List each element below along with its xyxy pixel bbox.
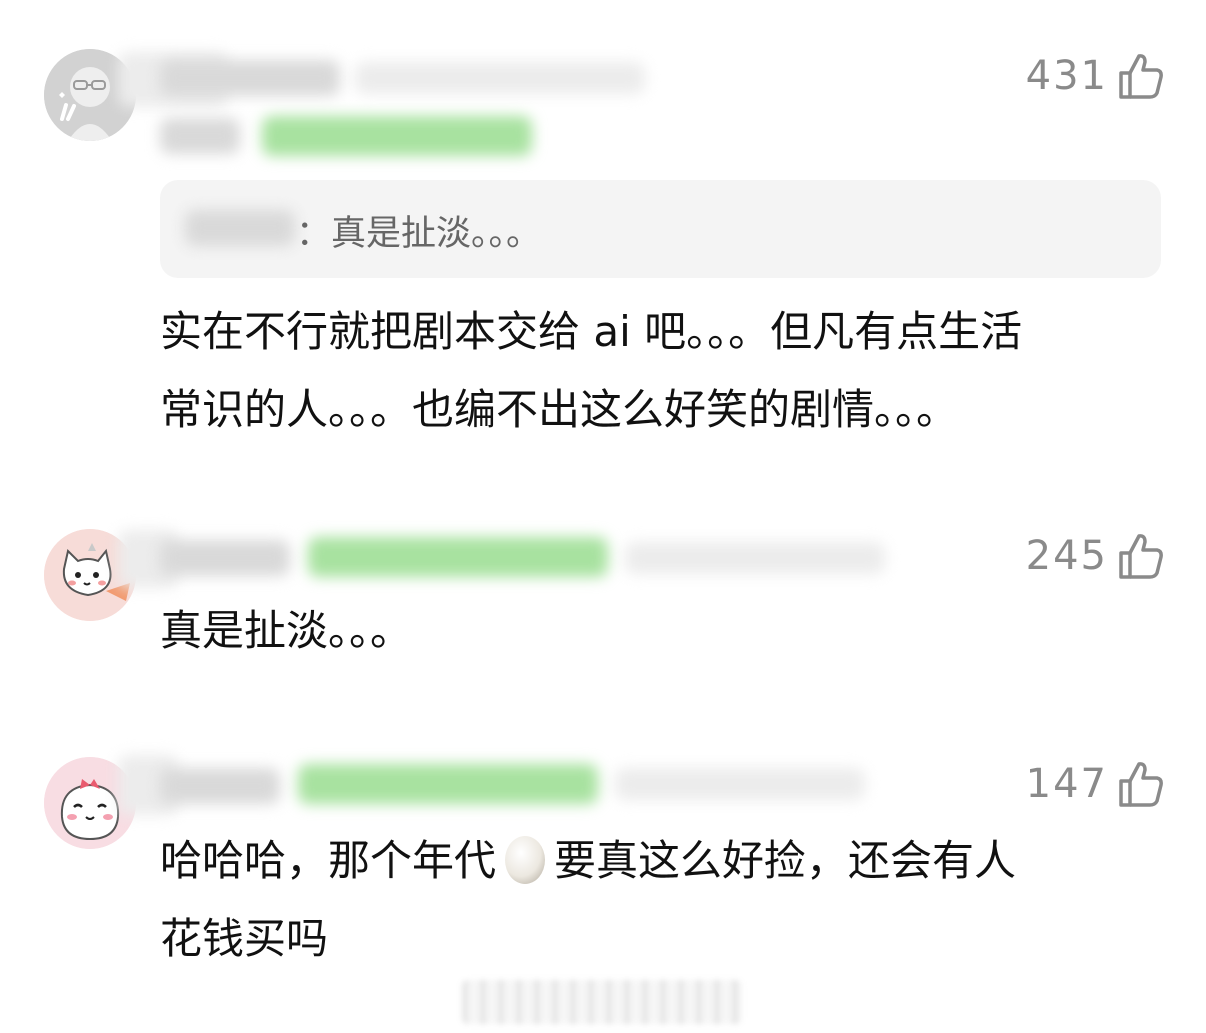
quoted-username-blur [185, 210, 295, 246]
watermark-blur [462, 980, 742, 1024]
tag-blur [160, 118, 240, 154]
quote-separator: ： [296, 214, 332, 254]
comment-line: 实在不行就把剧本交给 ai 吧。。。但凡有点生活 [160, 307, 1023, 356]
comment-line: 真是扯淡。。。 [160, 606, 413, 655]
comment-text: 哈哈哈，那个年代 要真这么好捡，还会有人 花钱买吗 [160, 822, 1016, 978]
username-blur [160, 60, 340, 96]
thumbs-up-icon [1118, 532, 1164, 580]
comment-thread: 431 ：真是扯淡。。。 实在不行就把剧本交给 ai 吧。。。但凡有点生活 常识… [0, 0, 1206, 1033]
like-count: 147 [1025, 761, 1108, 807]
like-button[interactable]: 431 [1026, 52, 1164, 100]
badge-blur [298, 764, 598, 804]
comment-text-part: 要真这么好捡，还会有人 [554, 836, 1017, 885]
like-count: 431 [1025, 53, 1108, 99]
thumbs-up-icon [1118, 760, 1164, 808]
like-count: 245 [1025, 533, 1108, 579]
meta-blur [615, 768, 865, 800]
username-blur [160, 540, 290, 576]
comment-line: 花钱买吗 [160, 914, 329, 963]
meta-blur [355, 62, 645, 94]
comment-text-part: 哈哈哈，那个年代 [160, 836, 497, 885]
quoted-reply-text: ：真是扯淡。。。 [296, 205, 541, 256]
comment-line: 哈哈哈，那个年代 要真这么好捡，还会有人 [160, 822, 1016, 900]
comment-text: 实在不行就把剧本交给 ai 吧。。。但凡有点生活 常识的人。。。也编不出这么好笑… [160, 293, 1022, 449]
comment-line: 常识的人。。。也编不出这么好笑的剧情。。。 [160, 385, 959, 434]
egg-icon [502, 831, 548, 885]
like-button[interactable]: 245 [1026, 532, 1164, 580]
like-button[interactable]: 147 [1026, 760, 1164, 808]
comment-text: 真是扯淡。。。 [160, 592, 412, 670]
quoted-text: 真是扯淡。。。 [331, 214, 542, 254]
thumbs-up-icon [1118, 52, 1164, 100]
meta-blur [625, 542, 885, 574]
username-blur [160, 768, 280, 804]
badge-blur [262, 116, 532, 156]
badge-blur [308, 537, 608, 577]
